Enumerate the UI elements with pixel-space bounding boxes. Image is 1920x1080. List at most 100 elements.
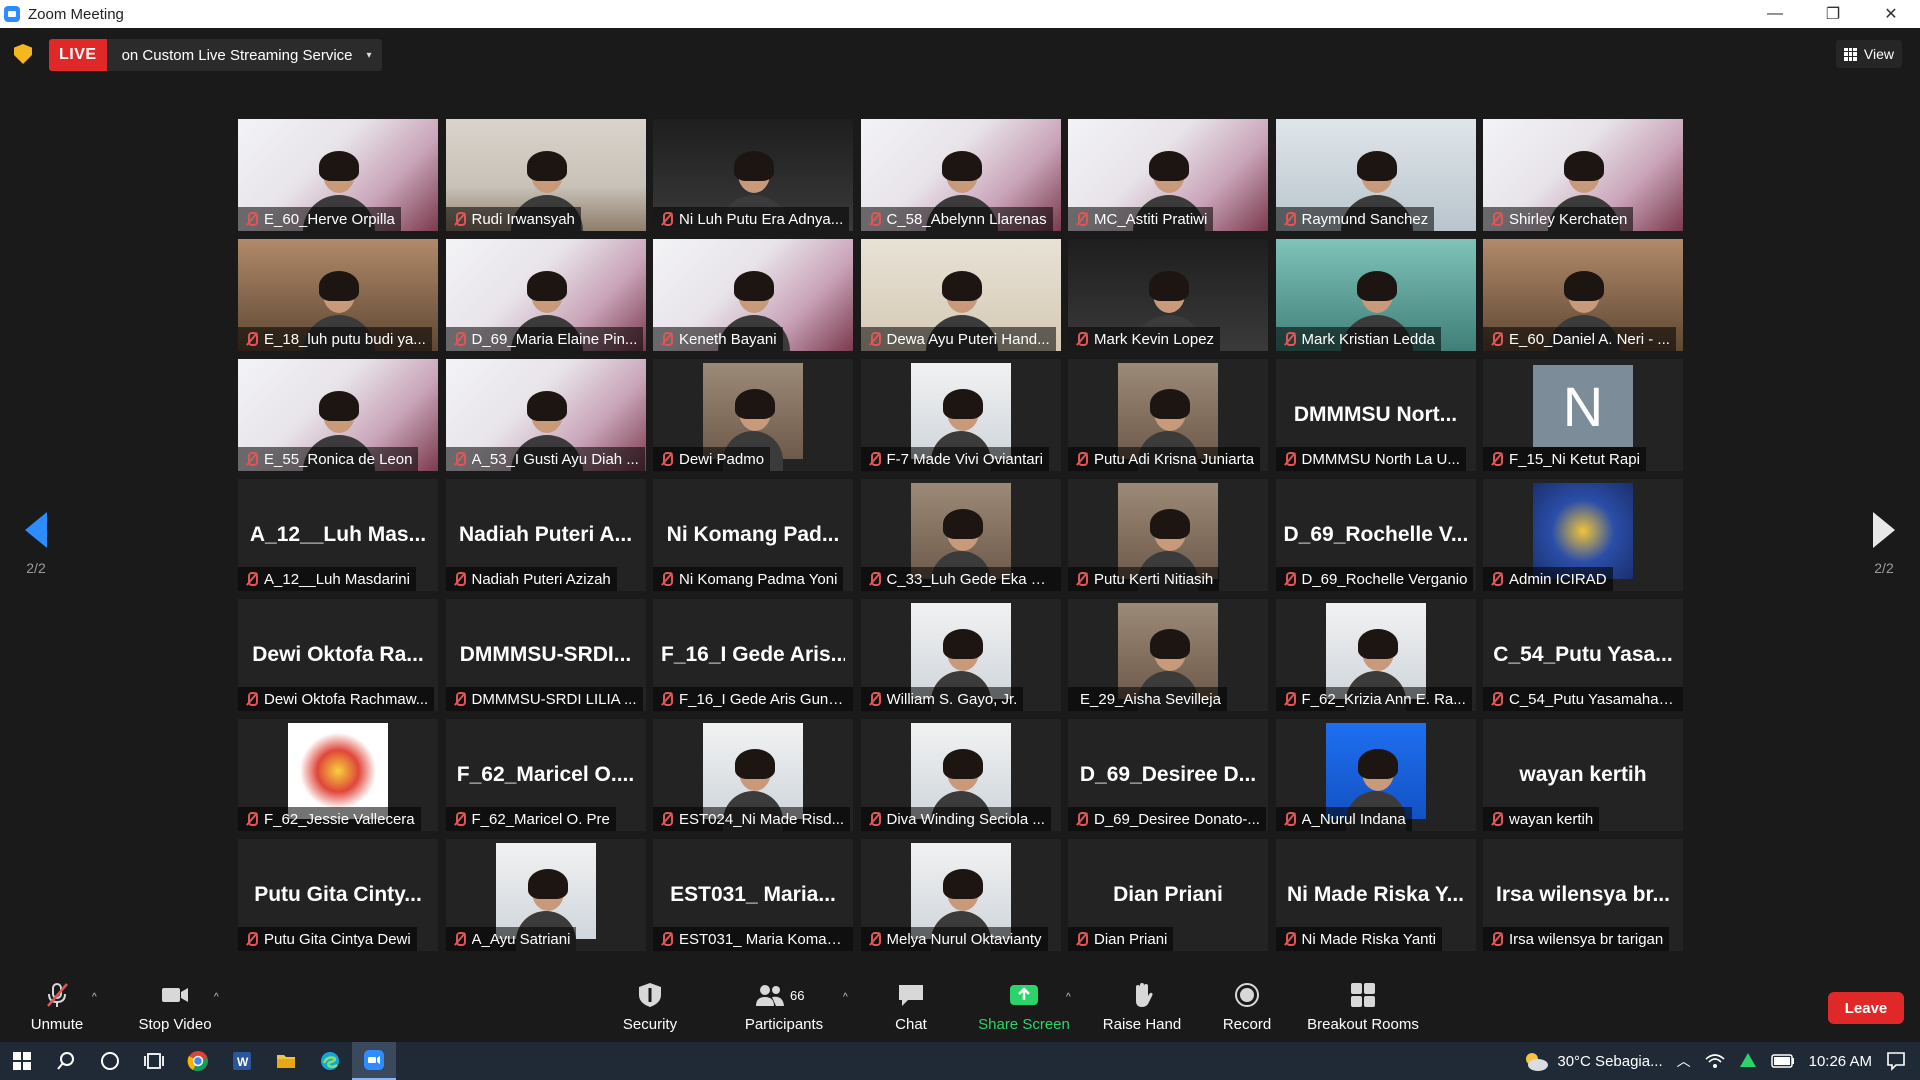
participant-name-label: Ni Made Riska Yanti — [1301, 930, 1437, 948]
participant-tile[interactable]: F-7 Made Vivi Oviantari — [860, 359, 1061, 471]
battery-icon[interactable] — [1770, 1054, 1795, 1068]
notification-center-icon[interactable] — [1886, 1051, 1906, 1071]
taskbar-zoom-app[interactable] — [352, 1042, 396, 1080]
participant-display-name: DMMMSU Nort... — [1293, 403, 1458, 426]
wifi-icon[interactable] — [1705, 1052, 1725, 1070]
participant-tile[interactable]: Irsa wilensya br... Irsa wilensya br tari… — [1483, 839, 1683, 951]
participant-tile[interactable]: Shirley Kerchaten — [1483, 119, 1683, 231]
participant-tile[interactable]: Ni Made Riska Y... Ni Made Riska Yanti — [1275, 839, 1476, 951]
participant-tile[interactable]: Putu Gita Cinty... Putu Gita Cintya Dewi — [238, 839, 438, 951]
participant-tile[interactable]: A_Nurul Indana — [1275, 719, 1476, 831]
security-button[interactable]: Security — [618, 982, 682, 1033]
participant-tile[interactable]: Rudi Irwansyah — [445, 119, 646, 231]
participant-tile[interactable]: Mark Kevin Lopez — [1068, 239, 1268, 351]
participant-tile[interactable]: F_62_Krizia Ann E. Ra... — [1275, 599, 1476, 711]
sync-arrow-icon[interactable] — [1739, 1052, 1757, 1070]
taskbar-word-app[interactable]: W — [220, 1042, 264, 1080]
share-options-caret[interactable]: ^ — [1066, 992, 1071, 1003]
participant-tile[interactable]: E_60_Daniel A. Neri - ... — [1483, 239, 1683, 351]
stop-video-button[interactable]: Stop Video — [136, 982, 214, 1033]
participant-tile[interactable]: Putu Kerti Nitiasih — [1068, 479, 1268, 591]
participant-tile[interactable]: wayan kertih wayan kertih — [1483, 719, 1683, 831]
participant-tile[interactable]: D_69_Maria Elaine Pin... — [445, 239, 646, 351]
participant-tile[interactable]: E_29_Aisha Sevilleja — [1068, 599, 1268, 711]
participant-tile[interactable]: C_58_Abelynn Llarenas — [860, 119, 1061, 231]
participant-nameplate: Melya Nurul Oktavianty — [860, 927, 1048, 951]
participant-tile[interactable]: Admin ICIRAD — [1483, 479, 1683, 591]
participant-tile[interactable]: D_69_Desiree D... D_69_Desiree Donato-... — [1068, 719, 1268, 831]
task-view-button[interactable] — [132, 1042, 176, 1080]
participant-tile[interactable]: C_33_Luh Gede Eka W... — [860, 479, 1061, 591]
participant-tile[interactable]: EST024_Ni Made Risd... — [653, 719, 853, 831]
live-stream-indicator[interactable]: LIVE on Custom Live Streaming Service ▾ — [49, 39, 382, 71]
participant-tile[interactable]: F_62_Maricel O.... F_62_Maricel O. Pre — [445, 719, 646, 831]
participant-name-label: A_Ayu Satriani — [471, 930, 571, 948]
minimize-button[interactable]: — — [1746, 0, 1804, 28]
participant-tile[interactable]: Ni Luh Putu Era Adnya... — [653, 119, 853, 231]
tray-chevron-up-icon[interactable]: ︿ — [1677, 1051, 1691, 1071]
previous-page-button[interactable]: 2/2 — [16, 512, 56, 592]
participant-tile[interactable]: F_62_Jessie Vallecera — [238, 719, 438, 831]
breakout-rooms-button[interactable]: Breakout Rooms — [1306, 982, 1420, 1033]
participant-tile[interactable]: Melya Nurul Oktavianty — [860, 839, 1061, 951]
participant-tile[interactable]: Mark Kristian Ledda — [1275, 239, 1476, 351]
participant-tile[interactable]: Dewa Ayu Puteri Hand... — [860, 239, 1061, 351]
weather-widget[interactable]: 30°C Sebagia... — [1523, 1050, 1663, 1072]
participant-tile[interactable]: DMMMSU Nort... DMMMSU North La U... — [1275, 359, 1476, 471]
participant-display-name: D_69_Desiree D... — [1079, 763, 1257, 786]
microphone-muted-icon — [244, 332, 258, 346]
participant-tile[interactable]: E_55_Ronica de Leon — [238, 359, 438, 471]
participant-tile[interactable]: MC_Astiti Pratiwi — [1068, 119, 1268, 231]
leave-button[interactable]: Leave — [1828, 992, 1904, 1024]
participants-button[interactable]: 66 Participants — [738, 982, 830, 1033]
record-button[interactable]: Record — [1220, 982, 1274, 1033]
participant-tile[interactable]: C_54_Putu Yasa... C_54_Putu Yasamahad... — [1483, 599, 1683, 711]
restore-button[interactable]: ❐ — [1804, 0, 1862, 28]
microphone-muted-icon — [452, 812, 466, 826]
participant-tile[interactable]: William S. Gayo, Jr. — [860, 599, 1061, 711]
participant-tile[interactable]: Nadiah Puteri A... Nadiah Puteri Azizah — [445, 479, 646, 591]
participant-tile[interactable]: D_69_Rochelle V... D_69_Rochelle Verganio — [1275, 479, 1476, 591]
video-options-caret[interactable]: ^ — [214, 992, 219, 1003]
participant-tile[interactable]: EST031_ Maria... EST031_ Maria Koman... — [653, 839, 853, 951]
participant-tile[interactable]: Dewi Padmo — [653, 359, 853, 471]
microphone-muted-icon — [1489, 332, 1503, 346]
raise-hand-button[interactable]: Raise Hand — [1102, 982, 1182, 1033]
share-screen-button[interactable]: Share Screen — [978, 982, 1070, 1033]
windows-start-button[interactable] — [0, 1042, 44, 1080]
microphone-muted-icon — [867, 572, 881, 586]
live-service-dropdown[interactable]: on Custom Live Streaming Service ▾ — [107, 39, 382, 71]
participant-tile[interactable]: Dewi Oktofa Ra... Dewi Oktofa Rachmaw... — [238, 599, 438, 711]
taskbar-chrome-app[interactable] — [176, 1042, 220, 1080]
participant-tile[interactable]: Raymund Sanchez — [1275, 119, 1476, 231]
next-page-button[interactable]: 2/2 — [1864, 512, 1904, 592]
participant-tile[interactable]: Diva Winding Seciola ... — [860, 719, 1061, 831]
participant-tile[interactable]: Putu Adi Krisna Juniarta — [1068, 359, 1268, 471]
participant-tile[interactable]: N F_15_Ni Ketut Rapi — [1483, 359, 1683, 471]
participants-options-caret[interactable]: ^ — [843, 992, 848, 1003]
clock-time[interactable]: 10:26 AM — [1809, 1053, 1872, 1070]
security-shield-icon[interactable] — [14, 44, 32, 64]
cortana-button[interactable] — [88, 1042, 132, 1080]
participant-tile[interactable]: Dian Priani Dian Priani — [1068, 839, 1268, 951]
participant-tile[interactable]: A_12__Luh Mas... A_12__Luh Masdarini — [238, 479, 438, 591]
participant-name-label: Putu Adi Krisna Juniarta — [1094, 450, 1255, 468]
taskbar-file-explorer-app[interactable] — [264, 1042, 308, 1080]
participant-nameplate: F-7 Made Vivi Oviantari — [860, 447, 1049, 471]
chat-button[interactable]: Chat — [886, 982, 936, 1033]
close-button[interactable]: ✕ — [1862, 0, 1920, 28]
view-button[interactable]: View — [1835, 40, 1902, 68]
participant-tile[interactable]: Ni Komang Pad... Ni Komang Padma Yoni — [653, 479, 853, 591]
participant-tile[interactable]: E_60_Herve Orpilla — [238, 119, 438, 231]
participant-tile[interactable]: DMMMSU-SRDI... DMMMSU-SRDI LILIA ... — [445, 599, 646, 711]
audio-options-caret[interactable]: ^ — [92, 992, 97, 1003]
taskbar-edge-app[interactable] — [308, 1042, 352, 1080]
participant-tile[interactable]: Keneth Bayani — [653, 239, 853, 351]
participant-tile[interactable]: A_53_I Gusti Ayu Diah ... — [445, 359, 646, 471]
taskbar-search-button[interactable] — [44, 1042, 88, 1080]
participant-tile[interactable]: F_16_I Gede Aris... F_16_I Gede Aris Guna… — [653, 599, 853, 711]
participant-tile[interactable]: E_18_luh putu budi ya... — [238, 239, 438, 351]
participant-name-label: E_18_luh putu budi ya... — [264, 330, 426, 348]
participant-tile[interactable]: A_Ayu Satriani — [445, 839, 646, 951]
unmute-button[interactable]: Unmute — [28, 982, 86, 1033]
